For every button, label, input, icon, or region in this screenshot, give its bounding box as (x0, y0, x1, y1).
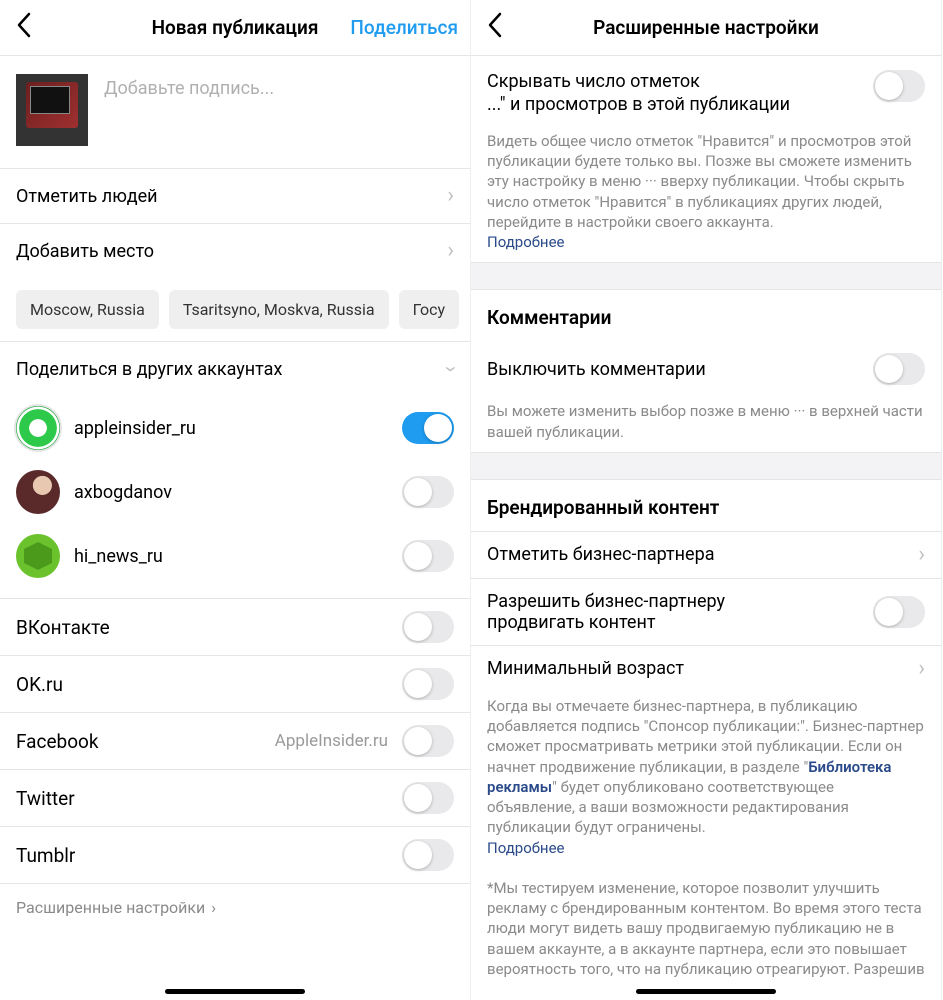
disable-comments-label: Выключить комментарии (487, 359, 706, 380)
advanced-settings-label: Расширенные настройки (16, 898, 205, 917)
external-subtext: AppleInsider.ru (275, 731, 388, 751)
allow-promote-row: Разрешить бизнес-партнеру продвигать кон… (471, 578, 941, 645)
min-age-row[interactable]: Минимальный возраст › (471, 645, 941, 692)
page-title: Новая публикация (152, 16, 319, 39)
home-indicator (165, 989, 305, 994)
external-toggle[interactable] (402, 782, 454, 814)
branded-content-section-title: Брендированный контент (471, 480, 941, 531)
min-age-label: Минимальный возраст (487, 658, 684, 679)
account-toggle[interactable] (402, 540, 454, 572)
account-name: axbogdanov (74, 482, 388, 503)
allow-promote-toggle[interactable] (873, 596, 925, 628)
chevron-down-icon: › (440, 366, 462, 373)
account-row: hi_news_ru (0, 524, 470, 592)
account-toggle[interactable] (402, 476, 454, 508)
external-name: Facebook (16, 730, 275, 753)
chevron-right-icon: › (447, 240, 454, 262)
chevron-right-icon: › (918, 658, 925, 680)
account-name: appleinsider_ru (74, 418, 388, 439)
home-indicator (636, 989, 776, 994)
external-name: Tumblr (16, 844, 402, 867)
external-share-row: Tumblr (0, 827, 470, 884)
account-row: axbogdanov (0, 460, 470, 524)
caption-area: Добавьте подпись... (0, 56, 470, 169)
account-row: appleinsider_ru (0, 396, 470, 460)
avatar (16, 470, 60, 514)
allow-promote-label: Разрешить бизнес-партнеру продвигать кон… (487, 591, 725, 633)
disable-comments-toggle[interactable] (873, 353, 925, 385)
add-location-row[interactable]: Добавить место › (0, 224, 470, 278)
chevron-right-icon: › (447, 185, 454, 207)
location-chip[interactable]: Госу (399, 290, 460, 329)
external-share-row: ВКонтакте (0, 599, 470, 656)
share-other-accounts-label: Поделиться в других аккаунтах (16, 359, 282, 380)
location-chip[interactable]: Tsaritsyno, Moskva, Russia (169, 290, 389, 329)
new-post-screen: Новая публикация Поделиться Добавьте под… (0, 0, 471, 1000)
section-separator (471, 262, 941, 290)
external-toggle[interactable] (402, 839, 454, 871)
location-chip[interactable]: Moscow, Russia (16, 290, 159, 329)
disable-comments-row: Выключить комментарии (471, 341, 941, 397)
hide-likes-description: Видеть общее число отметок "Нравится" и … (471, 127, 941, 263)
branded-description: Когда вы отмечаете бизнес-партнера, в пу… (471, 692, 941, 868)
advanced-settings-link[interactable]: Расширенные настройки › (0, 884, 470, 931)
account-name: hi_news_ru (74, 546, 388, 567)
external-share-row: Twitter (0, 770, 470, 827)
comments-description: Вы можете изменить выбор позже в меню ··… (471, 397, 941, 452)
back-button[interactable] (481, 8, 509, 47)
tag-business-partner-row[interactable]: Отметить бизнес-партнера › (471, 531, 941, 578)
external-toggle[interactable] (402, 611, 454, 643)
chevron-right-icon: › (211, 898, 216, 917)
share-other-accounts-row[interactable]: Поделиться в других аккаунтах › (0, 342, 470, 396)
back-button[interactable] (10, 8, 38, 47)
external-name: Twitter (16, 787, 402, 810)
hide-likes-toggle[interactable] (873, 70, 925, 102)
share-action-button[interactable]: Поделиться (350, 16, 458, 39)
comments-section-title: Комментарии (471, 290, 941, 341)
section-separator (471, 452, 941, 480)
external-share-row: Facebook AppleInsider.ru (0, 713, 470, 770)
external-toggle[interactable] (402, 725, 454, 757)
post-thumbnail[interactable] (16, 74, 88, 146)
location-suggestions: Moscow, Russia Tsaritsyno, Moskva, Russi… (0, 278, 470, 342)
add-location-label: Добавить место (16, 241, 154, 262)
hide-likes-row: Скрывать число отметок ..." и просмотров… (471, 56, 941, 127)
external-name: ВКонтакте (16, 616, 402, 639)
avatar (16, 534, 60, 578)
hide-likes-label: Скрывать число отметок ..." и просмотров… (487, 70, 790, 117)
tag-people-row[interactable]: Отметить людей › (0, 169, 470, 224)
advanced-settings-screen: Расширенные настройки Скрывать число отм… (471, 0, 942, 1000)
learn-more-link[interactable]: Подробнее (487, 839, 565, 857)
header: Расширенные настройки (471, 0, 941, 56)
external-toggle[interactable] (402, 668, 454, 700)
external-share-row: OK.ru (0, 656, 470, 713)
learn-more-link[interactable]: Подробнее (487, 233, 565, 251)
page-title: Расширенные настройки (593, 16, 819, 39)
chevron-right-icon: › (918, 544, 925, 566)
tag-business-partner-label: Отметить бизнес-партнера (487, 544, 715, 565)
caption-input[interactable]: Добавьте подпись... (104, 74, 454, 99)
header: Новая публикация Поделиться (0, 0, 470, 56)
branded-footnote: *Мы тестируем изменение, которое позволи… (471, 868, 941, 989)
account-toggle[interactable] (402, 412, 454, 444)
avatar (16, 406, 60, 450)
tag-people-label: Отметить людей (16, 186, 158, 207)
external-name: OK.ru (16, 673, 402, 696)
